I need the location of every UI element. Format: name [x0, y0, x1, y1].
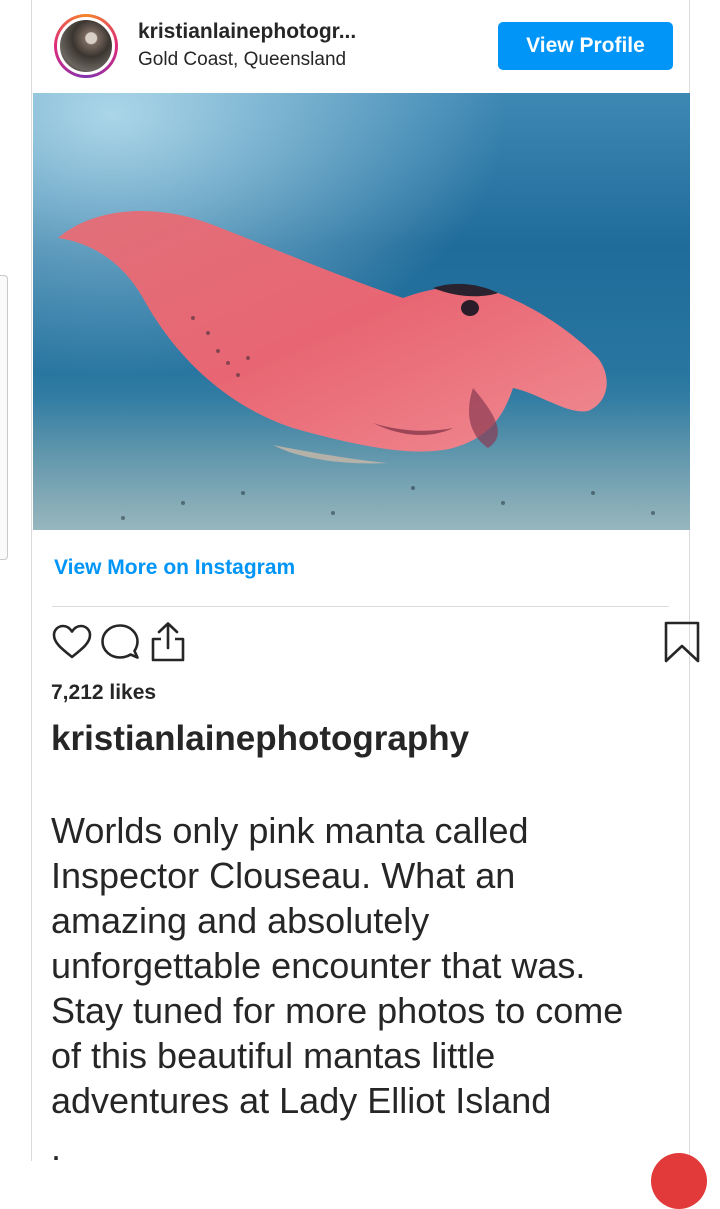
post-header: kristianlainephotogr... Gold Coast, Quee… [32, 0, 689, 93]
side-panel-handle[interactable] [0, 275, 8, 560]
caption-text: Worlds only pink manta called Inspector … [51, 808, 676, 1123]
caption-line: amazing and absolutely [51, 900, 430, 941]
comment-icon[interactable] [98, 620, 142, 664]
caption-line: Inspector Clouseau. What an [51, 855, 516, 896]
avatar[interactable] [54, 14, 118, 78]
username[interactable]: kristianlainephotogr... [138, 20, 356, 44]
location[interactable]: Gold Coast, Queensland [138, 49, 346, 71]
avatar-image [57, 17, 115, 75]
caption-line: Stay tuned for more photos to come [51, 990, 624, 1031]
caption-username[interactable]: kristianlainephotography [51, 719, 469, 759]
pink-manta-photo [33, 93, 690, 530]
instagram-embed-card: kristianlainephotogr... Gold Coast, Quee… [31, 0, 707, 1209]
action-bar [50, 620, 700, 668]
floating-action-button[interactable] [651, 1153, 707, 1209]
likes-count[interactable]: 7,212 likes [51, 681, 156, 705]
caption-line: of this beautiful mantas little [51, 1035, 496, 1076]
bookmark-icon[interactable] [660, 620, 704, 664]
post-photo[interactable] [33, 93, 690, 530]
heart-icon[interactable] [50, 620, 94, 664]
caption-line: unforgettable encounter that was. [51, 945, 586, 986]
caption-line: Worlds only pink manta called [51, 810, 529, 851]
view-more-link[interactable]: View More on Instagram [54, 556, 295, 580]
view-profile-button[interactable]: View Profile [498, 22, 673, 70]
divider [52, 606, 669, 607]
share-icon[interactable] [146, 620, 190, 664]
caption-line: adventures at Lady Elliot Island [51, 1080, 552, 1121]
caption-trailing: . [51, 1127, 62, 1168]
